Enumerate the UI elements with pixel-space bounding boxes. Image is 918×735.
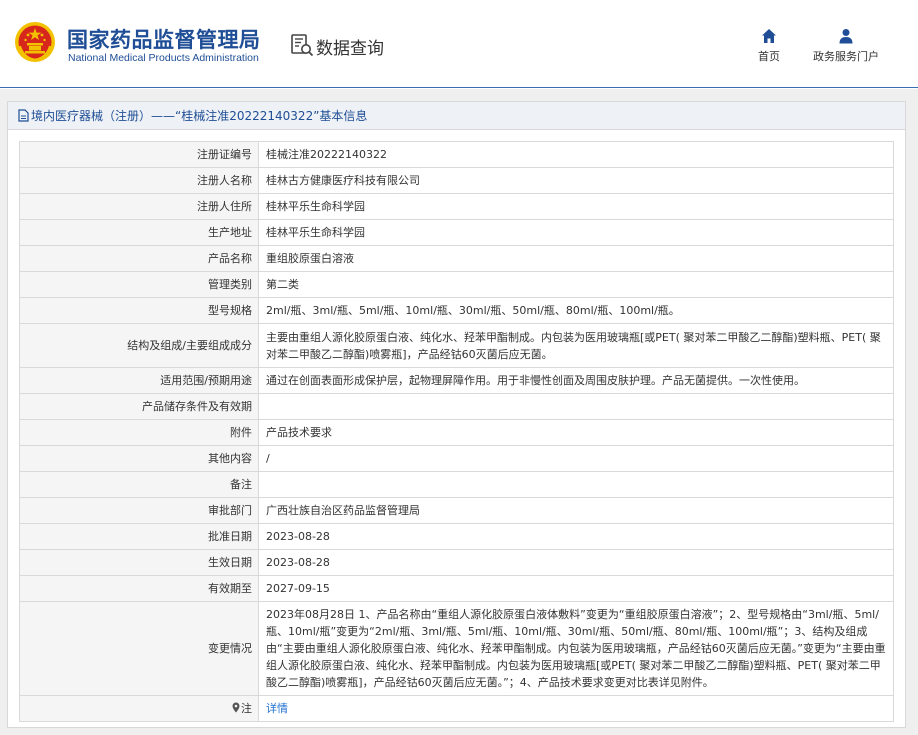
- field-label: 注册人住所: [19, 193, 259, 220]
- table-row: 产品名称 重组胶原蛋白溶液: [19, 245, 894, 272]
- field-label: 产品名称: [19, 245, 259, 272]
- field-value: 2023-08-28: [258, 549, 894, 576]
- field-label: 生效日期: [19, 549, 259, 576]
- table-row: 型号规格 2ml/瓶、3ml/瓶、5ml/瓶、10ml/瓶、30ml/瓶、50ml…: [19, 297, 894, 324]
- field-value: 第二类: [258, 271, 894, 298]
- field-value: 详情: [258, 695, 894, 722]
- section-title: 数据查询: [316, 39, 384, 59]
- field-value: [258, 471, 894, 498]
- field-label: 备注: [19, 471, 259, 498]
- table-row: 生效日期 2023-08-28: [19, 549, 894, 576]
- info-panel: 境内医疗器械（注册）——“桂械注准20222140322”基本信息 注册证编号桂…: [7, 101, 906, 728]
- field-value: 广西壮族自治区药品监督管理局: [258, 497, 894, 524]
- field-value: 通过在创面表面形成保护层，起物理屏障作用。用于非慢性创面及周围皮肤护理。产品无菌…: [258, 367, 894, 394]
- field-label: 批准日期: [19, 523, 259, 550]
- field-label: 附件: [19, 419, 259, 446]
- table-row: 结构及组成/主要组成成分 主要由重组人源化胶原蛋白液、纯化水、羟苯甲酯制成。内包装…: [19, 323, 894, 368]
- home-icon: [762, 29, 776, 43]
- org-name-en: National Medical Products Administration: [68, 52, 259, 64]
- field-value: [258, 393, 894, 420]
- field-label: 型号规格: [19, 297, 259, 324]
- nav-home-label: 首页: [758, 50, 780, 63]
- field-label: 注: [19, 695, 259, 722]
- field-label: 结构及组成/主要组成成分: [19, 323, 259, 368]
- field-label: 适用范围/预期用途: [19, 367, 259, 394]
- field-label: 注册人名称: [19, 167, 259, 194]
- field-label: 变更情况: [19, 601, 259, 696]
- table-row: 注册人住所 桂林平乐生命科学园: [19, 193, 894, 220]
- field-value: 2023年08月28日 1、产品名称由“重组人源化胶原蛋白液体敷料”变更为“重组…: [258, 601, 894, 696]
- nav-portal-label: 政务服务门户: [813, 50, 879, 63]
- table-row: 附件 产品技术要求: [19, 419, 894, 446]
- table-row: 审批部门 广西壮族自治区药品监督管理局: [19, 497, 894, 524]
- panel-title-text: 境内医疗器械（注册）——“桂械注准20222140322”基本信息: [31, 109, 368, 123]
- table-row: 生产地址 桂林平乐生命科学园: [19, 219, 894, 246]
- field-label: 注册证编号: [19, 141, 259, 168]
- user-icon: [839, 29, 853, 44]
- field-value: 桂械注准20222140322: [258, 141, 894, 168]
- table-row: 注册证编号 桂械注准20222140322: [19, 141, 894, 168]
- field-value: 桂林平乐生命科学园: [258, 193, 894, 220]
- field-value: 2ml/瓶、3ml/瓶、5ml/瓶、10ml/瓶、30ml/瓶、50ml/瓶、8…: [258, 297, 894, 324]
- document-icon: [18, 109, 29, 122]
- field-label: 审批部门: [19, 497, 259, 524]
- field-label: 产品储存条件及有效期: [19, 393, 259, 420]
- field-value: 产品技术要求: [258, 419, 894, 446]
- table-row: 变更情况 2023年08月28日 1、产品名称由“重组人源化胶原蛋白液体敷料”变更…: [19, 601, 894, 696]
- registration-info-table: 注册证编号 桂械注准20222140322 注册人名称 桂林古方健康医疗科技有限公司注…: [19, 141, 894, 722]
- field-value: 重组胶原蛋白溶液: [258, 245, 894, 272]
- field-label: 生产地址: [19, 219, 259, 246]
- table-row: 批准日期 2023-08-28: [19, 523, 894, 550]
- field-value: 主要由重组人源化胶原蛋白液、纯化水、羟苯甲酯制成。内包装为医用玻璃瓶[或PET(…: [258, 323, 894, 368]
- table-row: 适用范围/预期用途 通过在创面表面形成保护层，起物理屏障作用。用于非慢性创面及周围…: [19, 367, 894, 394]
- table-row: 产品储存条件及有效期: [19, 393, 894, 420]
- pin-icon: [232, 702, 240, 713]
- field-value: 桂林古方健康医疗科技有限公司: [258, 167, 894, 194]
- field-label: 管理类别: [19, 271, 259, 298]
- detail-link[interactable]: 详情: [266, 702, 288, 715]
- site-header: 国家药品监督管理局 National Medical Products Admi…: [0, 0, 918, 88]
- data-query-icon: [291, 34, 314, 57]
- table-row-note: 注 详情: [19, 695, 894, 722]
- field-value: 2023-08-28: [258, 523, 894, 550]
- field-value: 2027-09-15: [258, 575, 894, 602]
- note-label: 注: [241, 702, 252, 715]
- table-row: 备注: [19, 471, 894, 498]
- field-label: 其他内容: [19, 445, 259, 472]
- nav-home[interactable]: 首页: [753, 28, 785, 64]
- org-name-cn: 国家药品监督管理局: [67, 28, 261, 52]
- field-value: /: [258, 445, 894, 472]
- table-row: 管理类别 第二类: [19, 271, 894, 298]
- field-value: 桂林平乐生命科学园: [258, 219, 894, 246]
- national-emblem-icon: [15, 22, 55, 62]
- field-label: 有效期至: [19, 575, 259, 602]
- nav-service-portal[interactable]: 政务服务门户: [808, 28, 884, 64]
- panel-title: 境内医疗器械（注册）——“桂械注准20222140322”基本信息: [8, 102, 905, 130]
- table-row: 有效期至 2027-09-15: [19, 575, 894, 602]
- table-row: 其他内容 /: [19, 445, 894, 472]
- table-row: 注册人名称 桂林古方健康医疗科技有限公司: [19, 167, 894, 194]
